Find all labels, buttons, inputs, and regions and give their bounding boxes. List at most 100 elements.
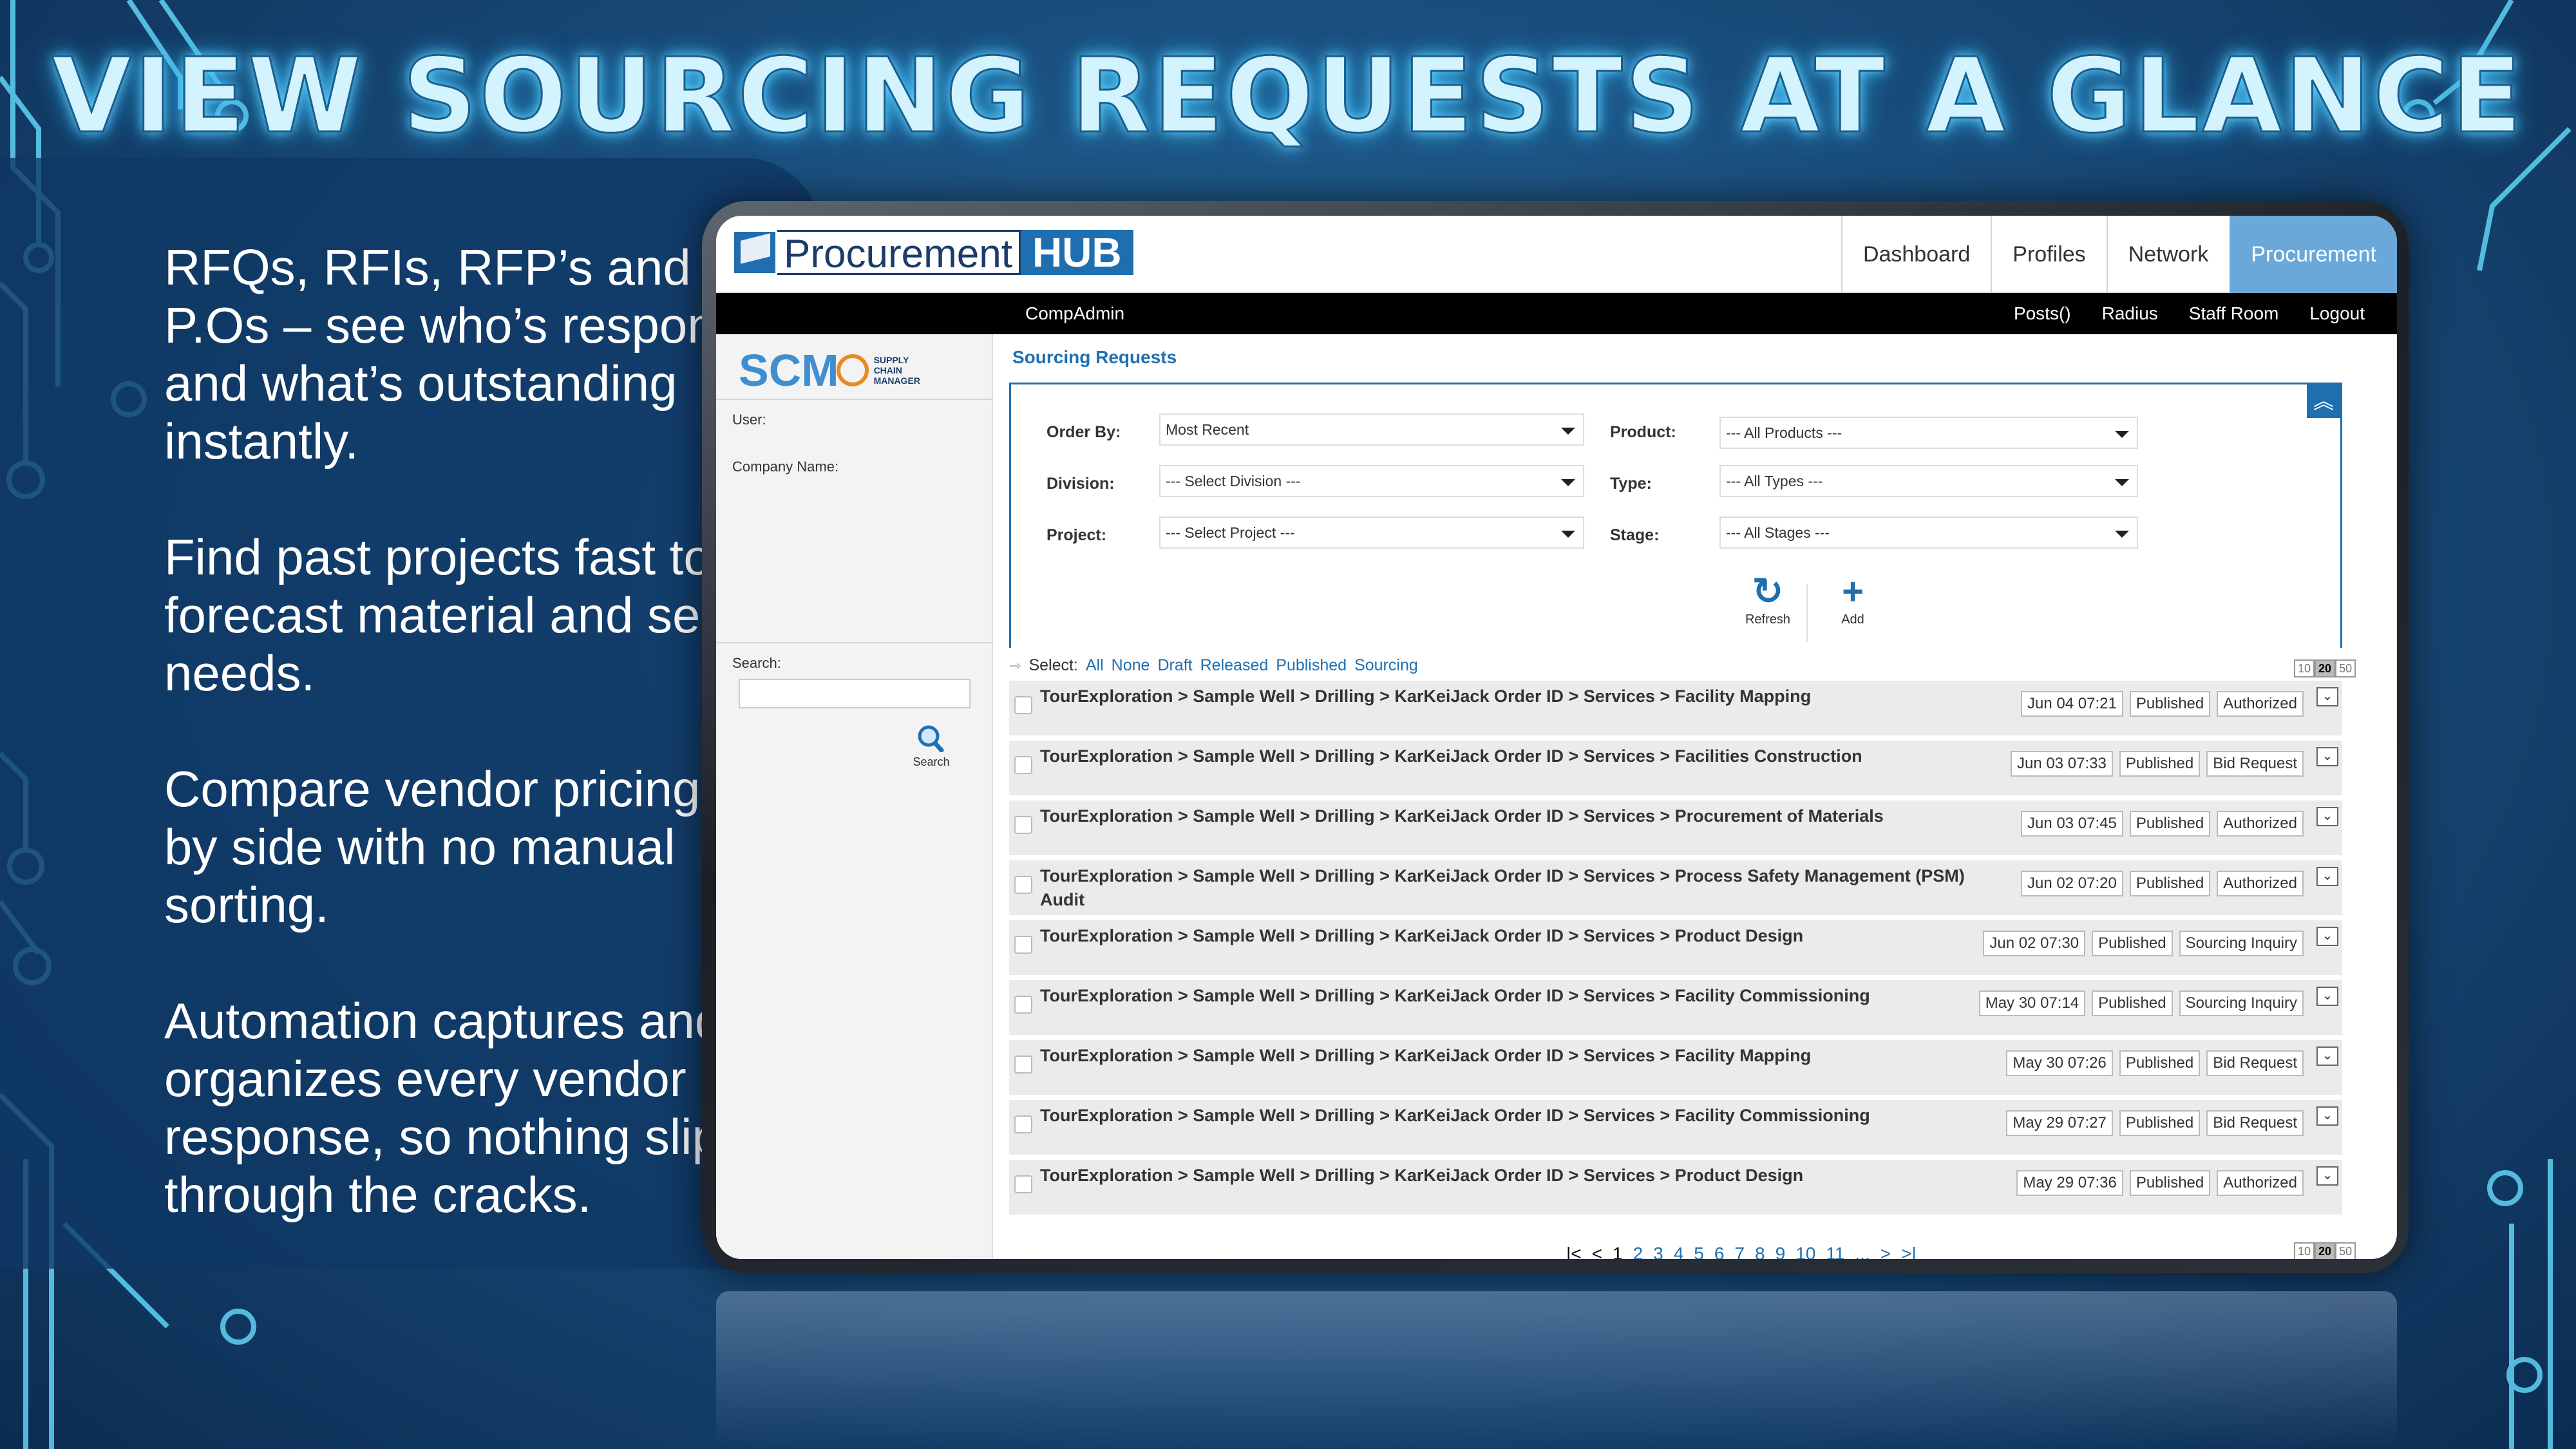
expand-row-button[interactable]: ⌄ [2316,867,2338,886]
nav-network[interactable]: Network [2106,216,2230,293]
page-size-50[interactable]: 50 [2335,1242,2356,1259]
page-size-10[interactable]: 10 [2294,1242,2315,1259]
request-path[interactable]: TourExploration > Sample Well > Drilling… [1040,984,1967,1008]
app-header: Procurement HUB Dashboard Profiles Netwo… [716,216,2397,293]
page-size-50[interactable]: 50 [2335,659,2356,677]
expand-row-button[interactable]: ⌄ [2316,687,2338,706]
nav-profiles[interactable]: Profiles [1991,216,2106,293]
request-row[interactable]: TourExploration > Sample Well > Drilling… [1009,1038,2342,1095]
main-nav: Dashboard Profiles Network Procurement [1841,216,2397,293]
project-label: Project: [1046,526,1107,544]
request-path[interactable]: TourExploration > Sample Well > Drilling… [1040,1104,1967,1128]
page-number-7[interactable]: 7 [1734,1244,1745,1259]
add-button[interactable]: + Add [1821,571,1885,627]
order-by-select[interactable]: Most Recent [1159,413,1584,446]
request-status: Published [2129,691,2211,717]
request-stage: Authorized [2217,691,2304,717]
page-number-3[interactable]: 3 [1653,1244,1663,1259]
page-size-20[interactable]: 20 [2315,1242,2336,1259]
procurement-hub-logo[interactable]: Procurement HUB [732,230,1133,276]
request-row[interactable]: TourExploration > Sample Well > Drilling… [1009,978,2342,1035]
page-number-2[interactable]: 2 [1633,1244,1643,1259]
nav-procurement[interactable]: Procurement [2229,216,2397,293]
request-date: Jun 02 07:20 [2021,871,2123,896]
row-checkbox[interactable] [1014,696,1032,714]
select-all-link[interactable]: All [1086,656,1104,675]
page-size-10[interactable]: 10 [2294,659,2315,677]
request-status: Published [2129,811,2211,837]
expand-row-button[interactable]: ⌄ [2316,747,2338,766]
refresh-button[interactable]: ↻ Refresh [1736,571,1800,627]
page-number-6[interactable]: 6 [1714,1244,1725,1259]
division-select[interactable]: --- Select Division --- [1159,465,1584,497]
search-button[interactable]: Search [911,724,952,769]
request-date: Jun 02 07:30 [1983,931,2086,956]
select-published-link[interactable]: Published [1276,656,1347,675]
posts-link[interactable]: Posts() [2014,303,2071,324]
row-checkbox[interactable] [1014,756,1032,774]
page-number-11[interactable]: 11 [1826,1244,1844,1259]
request-stage: Authorized [2217,871,2304,896]
row-checkbox[interactable] [1014,1056,1032,1074]
sidebar-search-input[interactable] [739,679,971,708]
request-path[interactable]: TourExploration > Sample Well > Drilling… [1040,924,1967,948]
first-page-button[interactable]: |< [1566,1244,1582,1259]
request-row[interactable]: TourExploration > Sample Well > Drilling… [1009,918,2342,975]
page-number-5[interactable]: 5 [1694,1244,1704,1259]
prev-page-button[interactable]: < [1592,1244,1602,1259]
row-checkbox[interactable] [1014,936,1032,954]
app-screen: Procurement HUB Dashboard Profiles Netwo… [716,216,2397,1259]
expand-row-button[interactable]: ⌄ [2316,1166,2338,1186]
row-checkbox[interactable] [1014,1115,1032,1133]
page-number-10[interactable]: 10 [1795,1244,1815,1259]
request-row[interactable]: TourExploration > Sample Well > Drilling… [1009,739,2342,795]
request-row[interactable]: TourExploration > Sample Well > Drilling… [1009,1158,2342,1215]
select-sourcing-link[interactable]: Sourcing [1354,656,1418,675]
last-page-button[interactable]: >| [1901,1244,1917,1259]
project-select[interactable]: --- Select Project --- [1159,516,1584,549]
request-row[interactable]: TourExploration > Sample Well > Drilling… [1009,679,2342,735]
product-select[interactable]: --- All Products --- [1719,417,2138,449]
type-select[interactable]: --- All Types --- [1719,465,2138,497]
expand-row-button[interactable]: ⌄ [2316,1046,2338,1066]
radius-link[interactable]: Radius [2102,303,2158,324]
dropdown-caret-icon [2115,479,2129,486]
request-path[interactable]: TourExploration > Sample Well > Drilling… [1040,744,1967,768]
expand-row-button[interactable]: ⌄ [2316,1106,2338,1126]
request-row[interactable]: TourExploration > Sample Well > Drilling… [1009,858,2342,915]
request-stage: Bid Request [2206,751,2304,777]
request-row[interactable]: TourExploration > Sample Well > Drilling… [1009,799,2342,855]
page-number-1[interactable]: 1 [1613,1244,1623,1259]
page-number-8[interactable]: 8 [1755,1244,1765,1259]
current-user: CompAdmin [1025,303,1125,323]
page-number-4[interactable]: 4 [1674,1244,1684,1259]
request-path[interactable]: TourExploration > Sample Well > Drilling… [1040,1164,1967,1188]
page-number-9[interactable]: 9 [1776,1244,1786,1259]
select-released-link[interactable]: Released [1200,656,1269,675]
request-row[interactable]: TourExploration > Sample Well > Drilling… [1009,1098,2342,1155]
staff-room-link[interactable]: Staff Room [2189,303,2279,324]
logout-link[interactable]: Logout [2309,303,2365,324]
request-path[interactable]: TourExploration > Sample Well > Drilling… [1040,1044,1967,1068]
row-checkbox[interactable] [1014,996,1032,1014]
page-size-20[interactable]: 20 [2315,659,2336,677]
request-path[interactable]: TourExploration > Sample Well > Drilling… [1040,804,1967,828]
expand-row-button[interactable]: ⌄ [2316,987,2338,1006]
request-path[interactable]: TourExploration > Sample Well > Drilling… [1040,864,1967,912]
request-path[interactable]: TourExploration > Sample Well > Drilling… [1040,685,1967,708]
page-numbers: 1 2 3 4 5 6 7 8 9 10 11 [1613,1244,1844,1259]
select-draft-link[interactable]: Draft [1157,656,1192,675]
expand-row-button[interactable]: ⌄ [2316,927,2338,946]
row-checkbox[interactable] [1014,876,1032,894]
expand-row-button[interactable]: ⌄ [2316,807,2338,826]
main-content: Sourcing Requests ︽ Order By: Most Recen… [993,334,2397,1259]
row-checkbox[interactable] [1014,1175,1032,1193]
select-none-link[interactable]: None [1112,656,1150,675]
row-checkbox[interactable] [1014,816,1032,834]
magnifier-icon [918,725,944,753]
stage-select[interactable]: --- All Stages --- [1719,516,2138,549]
nav-dashboard[interactable]: Dashboard [1841,216,1991,293]
request-status: Published [2092,931,2173,956]
next-page-button[interactable]: > [1880,1244,1891,1259]
collapse-filters-button[interactable]: ︽ [2307,384,2340,418]
